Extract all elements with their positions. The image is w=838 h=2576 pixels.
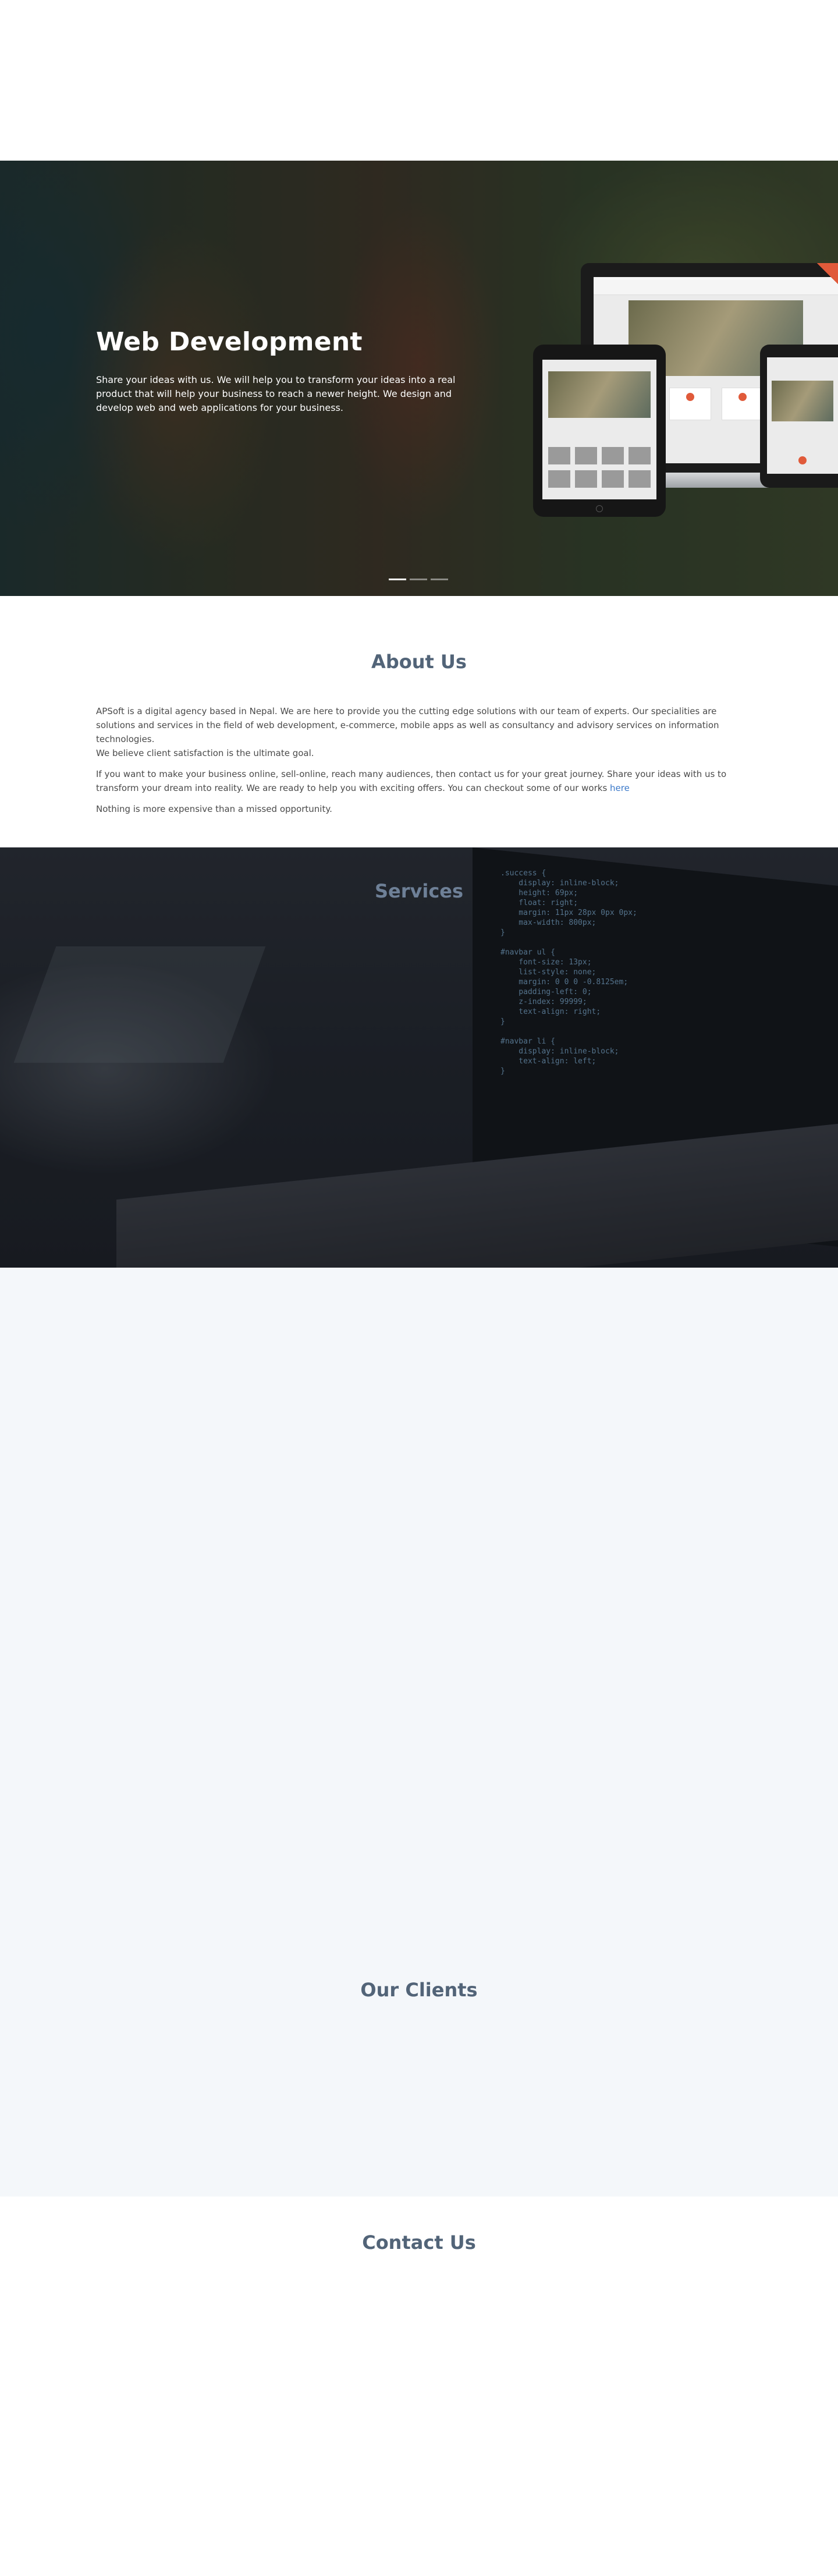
services-section: .success { display: inline-block; height… (0, 847, 838, 1268)
hero-title: Web Development (96, 327, 363, 357)
tablet-mockup-image (533, 345, 666, 517)
about-paragraph-1: APSoft is a digital agency based in Nepa… (96, 706, 719, 758)
about-text: APSoft is a digital agency based in Nepa… (96, 704, 742, 823)
top-header-area (0, 0, 838, 161)
slider-dot-2[interactable] (410, 579, 427, 580)
about-paragraph-2: If you want to make your business online… (96, 769, 727, 793)
slider-dot-1[interactable] (389, 579, 406, 580)
contact-heading: Contact Us (362, 2231, 476, 2254)
hero-content: Web Development Share your ideas with us… (96, 327, 468, 415)
services-heading: Services (374, 880, 464, 902)
hero-slider: Web Development Share your ideas with us… (0, 161, 838, 596)
clients-heading: Our Clients (360, 1979, 478, 2001)
hero-description: Share your ideas with us. We will help y… (96, 374, 456, 413)
slider-dot-3[interactable] (431, 579, 448, 580)
clients-section (0, 1268, 838, 2197)
about-heading: About Us (371, 651, 467, 673)
slider-pagination (389, 579, 448, 580)
about-paragraph-3: Nothing is more expensive than a missed … (96, 804, 332, 814)
phone-mockup-image (760, 345, 838, 488)
works-link[interactable]: here (610, 783, 630, 793)
corner-ribbon (817, 263, 838, 284)
